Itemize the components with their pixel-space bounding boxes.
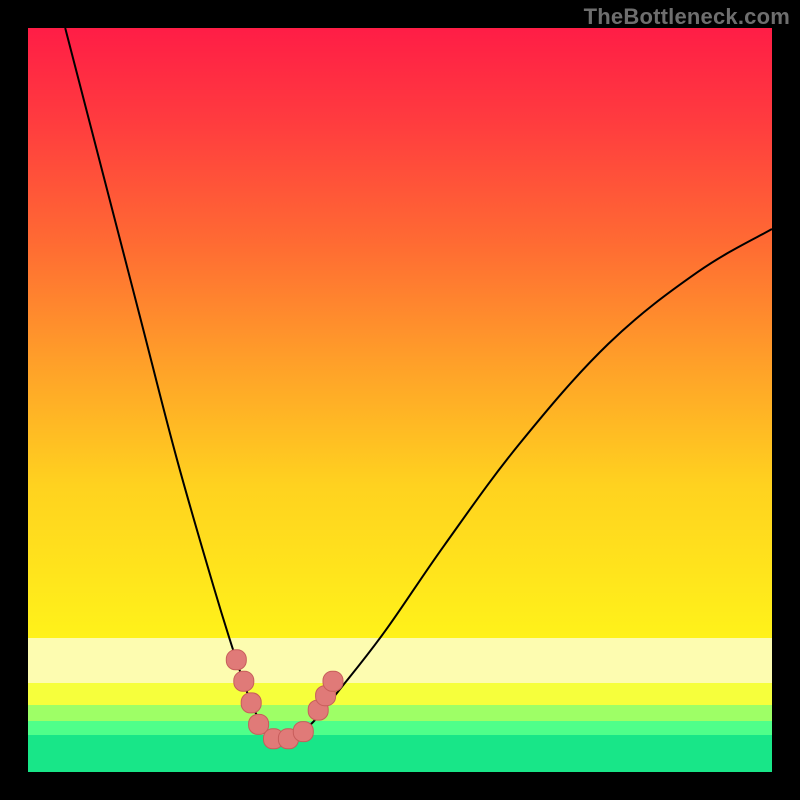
marker-point [226, 650, 246, 670]
marker-point [323, 671, 343, 691]
watermark-text: TheBottleneck.com [584, 4, 790, 30]
plot-area [28, 28, 772, 772]
curve-right-limb [281, 229, 772, 746]
curves-group [65, 28, 772, 746]
chart-overlay [28, 28, 772, 772]
marker-point [241, 693, 261, 713]
curve-left-limb [65, 28, 281, 746]
marker-point [293, 722, 313, 742]
outer-frame: TheBottleneck.com [0, 0, 800, 800]
markers-group [226, 650, 343, 749]
marker-point [234, 671, 254, 691]
